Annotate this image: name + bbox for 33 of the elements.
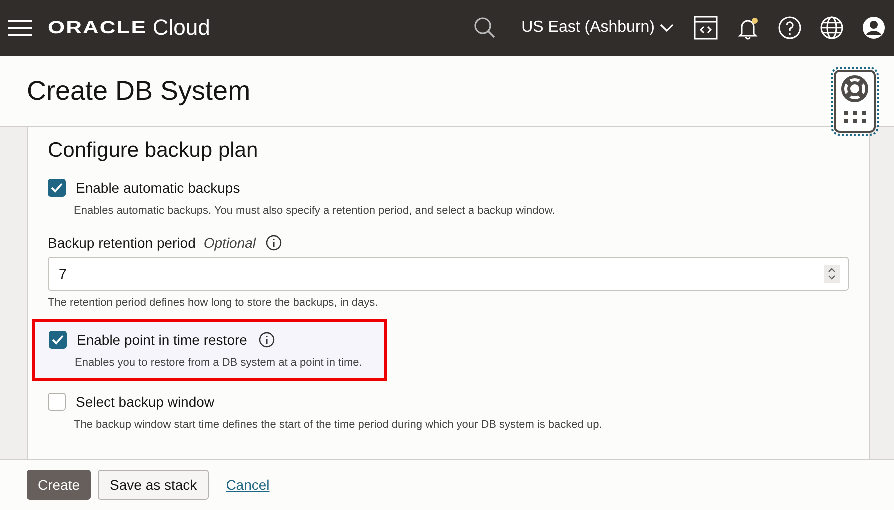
cancel-link[interactable]: Cancel [216,470,280,500]
checkbox[interactable] [48,179,66,197]
helper-text: Enables you to restore from a DB system at a point in time. [75,357,362,369]
checkbox-label: Enable automatic backups [76,180,240,196]
code-editor-icon[interactable] [694,16,718,40]
number-input-field[interactable]: 7 [48,257,849,291]
optional-label: Optional [204,235,256,251]
checkbox-label: Select backup window [76,394,215,410]
field-label: Backup retention period [48,235,196,251]
spinner-icon[interactable] [824,265,840,283]
globe-icon[interactable] [820,16,844,40]
helper-text: The retention period defines how long to store the backups, in days. [48,297,380,309]
region-selector[interactable]: US East (Ashburn) [522,19,674,37]
brand-logo[interactable]: ORACLE [48,18,147,38]
info-icon[interactable] [259,332,276,348]
checkbox[interactable] [49,331,67,349]
help-widget[interactable] [834,70,876,133]
info-icon[interactable] [266,235,282,251]
section-title: Configure backup plan [48,139,260,163]
user-avatar-icon[interactable] [862,16,886,40]
create-button[interactable]: Create [27,470,92,500]
caret-icon [660,24,674,32]
notification-icon[interactable] [736,16,760,40]
helper-text: The backup window start time defines the start of the time period during which your DB system is backed up. [74,419,604,431]
page-title: Create DB System [27,76,251,106]
menu-icon[interactable] [8,19,32,37]
checkbox-label: Enable point in time restore [77,332,248,348]
search-icon[interactable] [474,17,496,39]
save-button[interactable]: Save as stack [98,470,210,500]
helper-text: Enables automatic backups. You must also specify a retention period, and select a backup window. [74,205,556,217]
help-icon[interactable] [778,16,802,40]
product-name: Cloud [152,15,210,41]
checkbox[interactable] [48,393,66,411]
